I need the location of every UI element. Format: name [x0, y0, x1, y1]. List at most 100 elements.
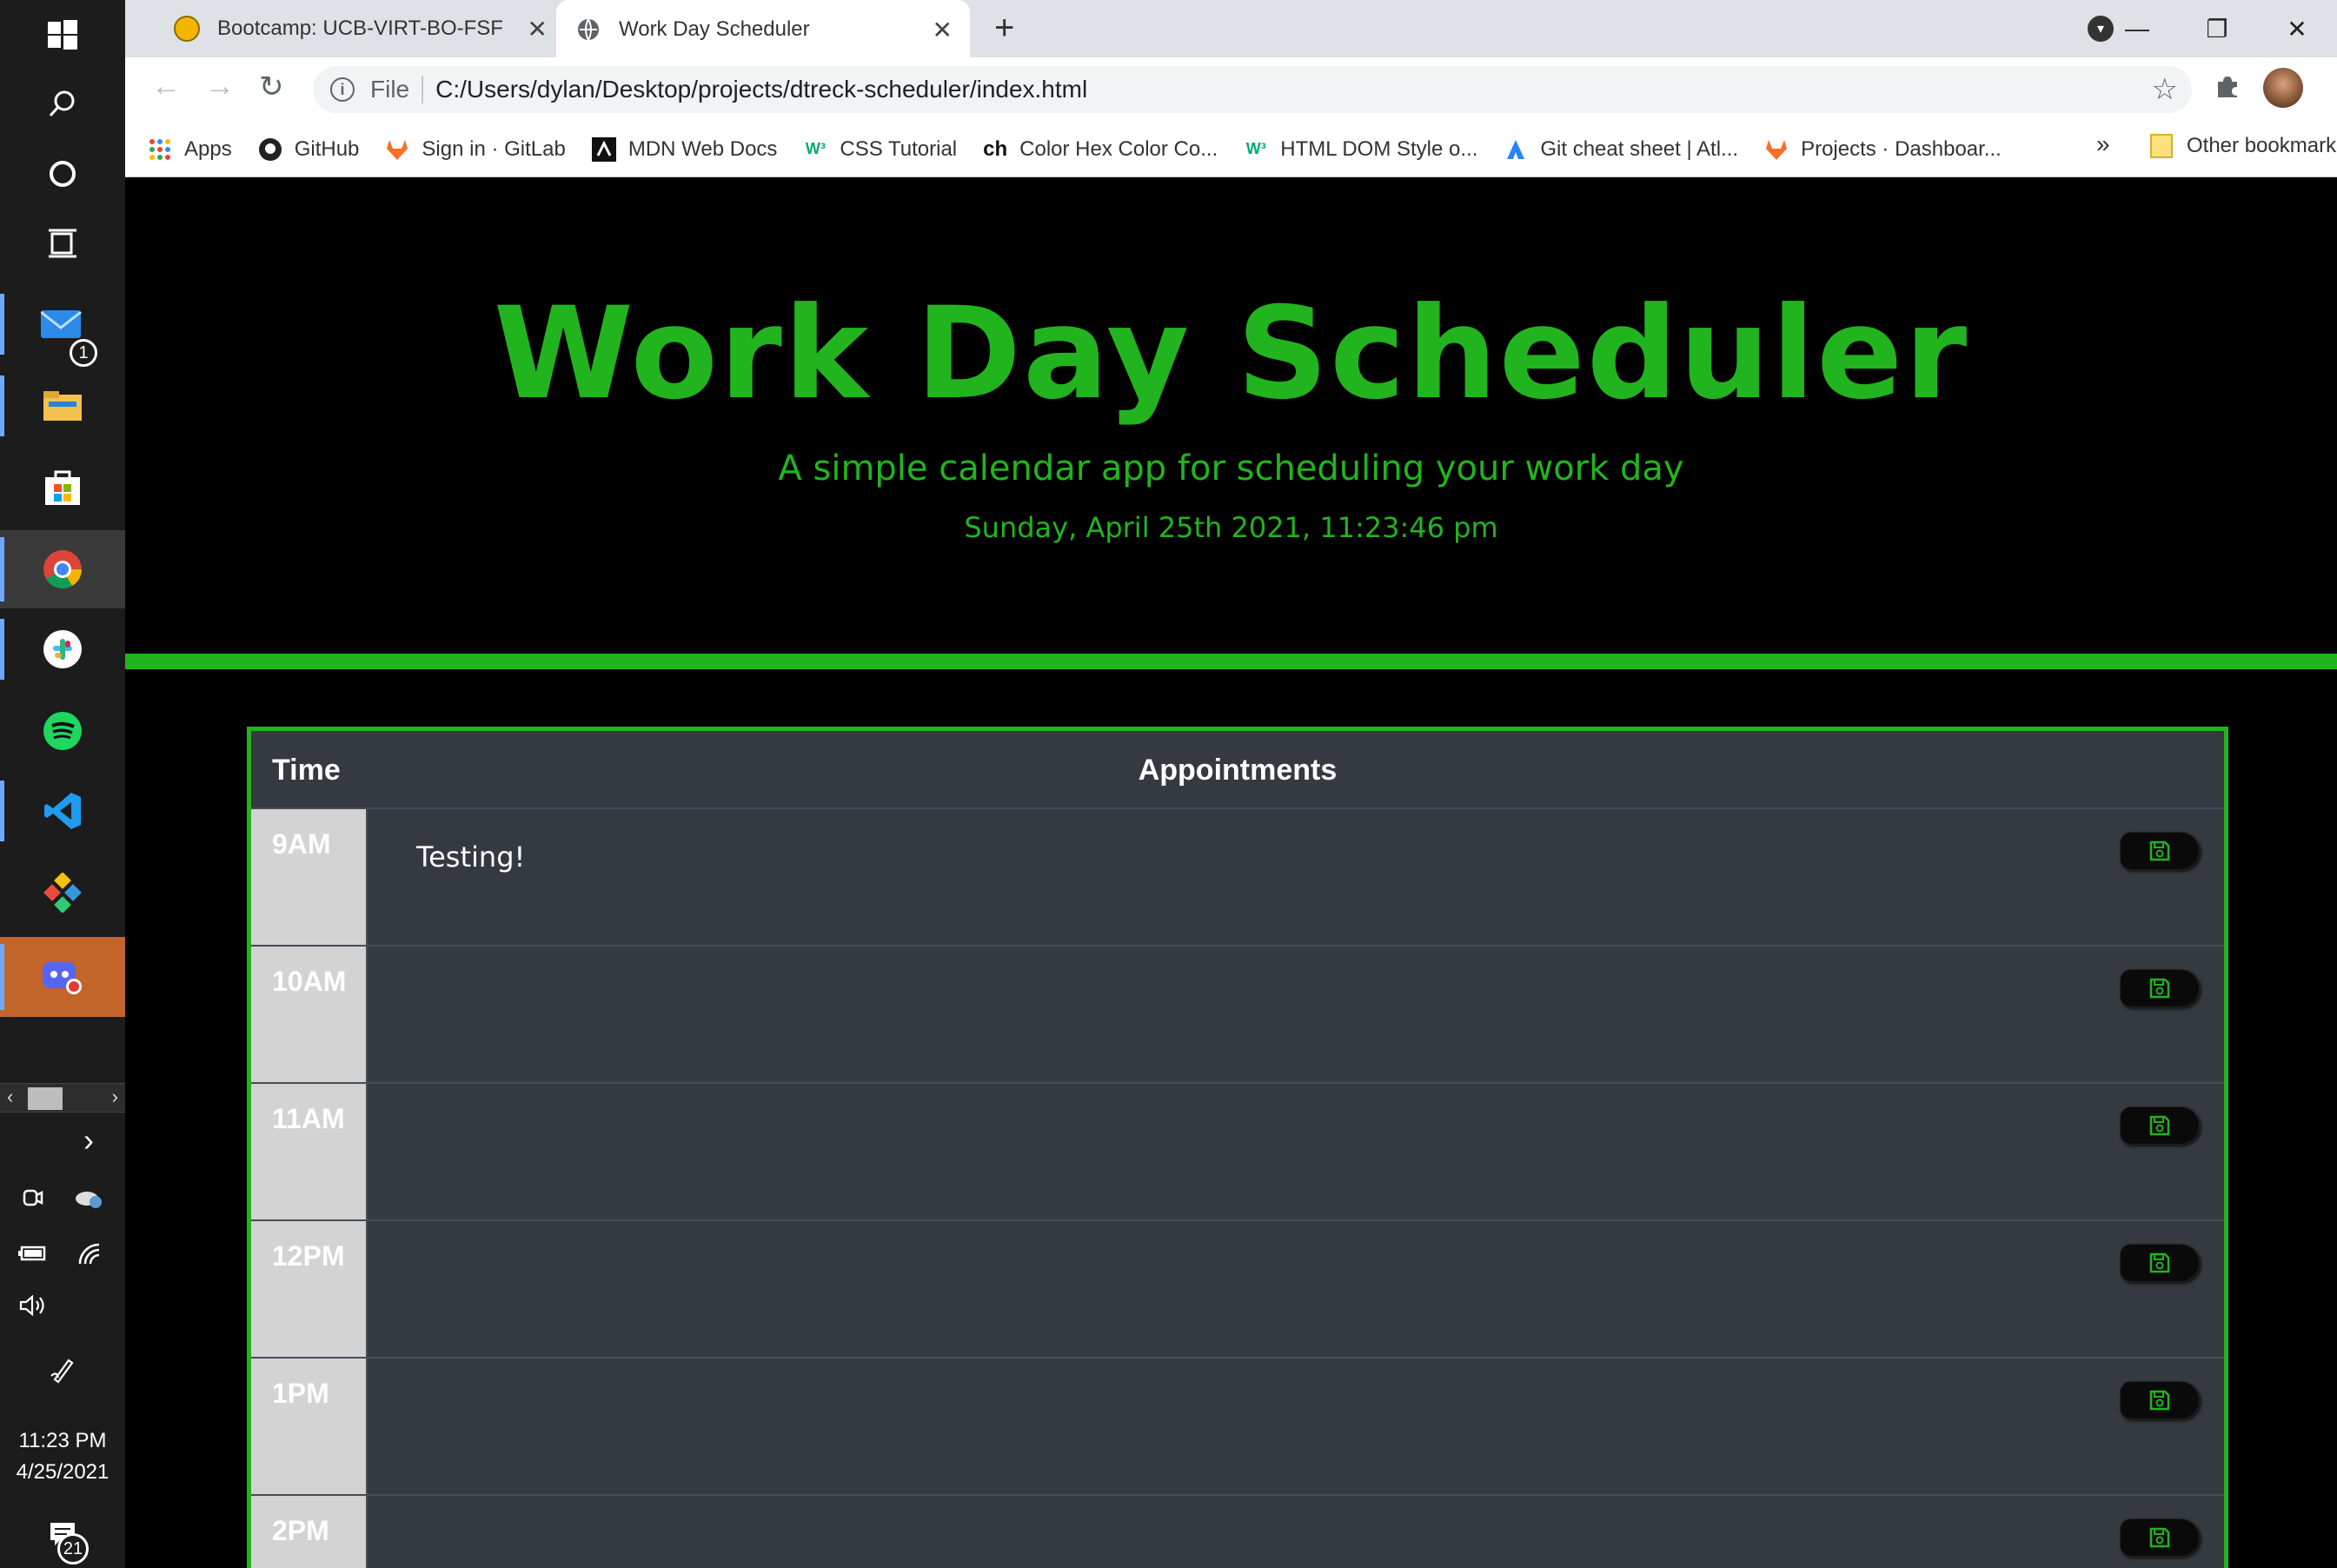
tab-close-icon[interactable]: ✕ [933, 16, 953, 44]
save-button[interactable] [2120, 832, 2200, 870]
close-window-icon[interactable]: ✕ [2257, 15, 2337, 43]
other-bookmarks[interactable]: Other bookmarks [2150, 134, 2337, 158]
taskbar-file-explorer[interactable] [0, 369, 125, 443]
bookmark-color-hex[interactable]: ch Color Hex Color Co... [983, 137, 1218, 162]
appointment-textarea[interactable] [369, 1221, 2108, 1357]
store-bag-icon [45, 470, 80, 505]
taskbar-spotify[interactable] [0, 694, 125, 768]
appointments-column-header: Appointments [1138, 754, 1338, 787]
forward-arrow-icon[interactable]: → [205, 70, 235, 103]
time-block-row: 11AM [251, 1084, 2224, 1221]
taskbar-clock[interactable]: 11:23 PM 4/25/2021 [0, 1425, 125, 1488]
start-button[interactable] [0, 9, 125, 61]
bookmark-label: GitHub [294, 136, 360, 161]
appointment-textarea[interactable] [369, 1084, 2108, 1219]
appointment-textarea[interactable] [369, 947, 2108, 1082]
wifi-icon[interactable] [73, 1238, 104, 1269]
floppy-disk-icon [2149, 1390, 2170, 1411]
bookmark-apps[interactable]: Apps [148, 137, 232, 162]
bookmark-label: Projects · Dashboar... [1801, 136, 2002, 161]
pen-workspace-icon[interactable] [45, 1352, 80, 1387]
mail-icon [41, 310, 82, 338]
bookmark-label: HTML DOM Style o... [1280, 136, 1478, 161]
taskbar-recorder[interactable] [0, 937, 125, 1017]
taskbar-git-app[interactable] [0, 855, 125, 930]
appointment-textarea[interactable] [369, 1496, 2108, 1568]
floppy-disk-icon [2149, 1252, 2170, 1273]
github-icon [258, 137, 282, 162]
scroll-left-icon[interactable]: ‹ [7, 1086, 13, 1108]
onedrive-sync-icon[interactable] [71, 1182, 106, 1213]
restore-icon[interactable]: ❐ [2177, 15, 2257, 43]
reload-icon[interactable]: ↻ [259, 70, 284, 104]
taskbar-chrome[interactable] [0, 530, 125, 608]
battery-icon[interactable] [16, 1238, 50, 1269]
hour-label: 10AM [251, 947, 368, 1082]
bookmark-html-dom-style[interactable]: W³ HTML DOM Style o... [1244, 136, 1478, 162]
bookmark-label: MDN Web Docs [627, 136, 778, 161]
hour-label: 2PM [251, 1496, 368, 1568]
window-controls: — ❐ ✕ [2097, 0, 2337, 57]
scroll-right-icon[interactable]: › [112, 1086, 118, 1108]
save-button[interactable] [2120, 1518, 2200, 1557]
task-view-button[interactable] [0, 217, 125, 269]
address-url[interactable]: C:/Users/dylan/Desktop/projects/dtreck-s… [435, 76, 1087, 103]
tab-close-icon[interactable]: ✕ [528, 15, 548, 43]
jumbotron-header: Work Day Scheduler A simple calendar app… [125, 177, 2337, 654]
minimize-icon[interactable]: — [2097, 15, 2177, 43]
save-button[interactable] [2120, 1381, 2200, 1419]
globe-icon [575, 17, 601, 43]
chrome-icon [43, 550, 82, 588]
volume-icon[interactable] [16, 1290, 50, 1321]
hour-label: 9AM [251, 809, 368, 945]
folder-icon [2150, 134, 2173, 158]
bookmarks-overflow-chevron-icon[interactable]: » [2096, 130, 2110, 158]
bookmark-gitlab-signin[interactable]: Sign in · GitLab [385, 137, 566, 162]
bookmark-label: Git cheat sheet | Atl... [1540, 136, 1739, 161]
back-arrow-icon[interactable]: ← [151, 70, 181, 103]
bookmark-gitlab-projects[interactable]: Projects · Dashboar... [1764, 137, 2002, 162]
profile-avatar[interactable] [2263, 68, 2303, 108]
slack-icon [43, 630, 82, 668]
gitlab-icon [385, 137, 409, 162]
scroll-thumb[interactable] [28, 1087, 63, 1110]
bookmark-git-cheat-sheet[interactable]: Git cheat sheet | Atl... [1504, 137, 1738, 162]
tab-work-day-scheduler[interactable]: Work Day Scheduler ✕ [556, 0, 970, 59]
extensions-puzzle-icon[interactable] [2214, 73, 2241, 106]
search-button[interactable] [0, 78, 125, 130]
address-scheme: File [370, 76, 410, 103]
bookmark-star-icon[interactable]: ☆ [2152, 72, 2178, 107]
address-bar[interactable]: i File C:/Users/dylan/Desktop/projects/d… [313, 66, 2192, 113]
save-button[interactable] [2120, 1106, 2200, 1145]
taskbar-store[interactable] [0, 450, 125, 525]
bookmarks-bar: Apps GitHub Sign in · GitLab MDN Web Doc… [125, 122, 2337, 177]
taskbar-scrollbar[interactable]: ‹ › [0, 1083, 125, 1113]
appointment-textarea[interactable] [369, 1359, 2108, 1494]
bookmark-github[interactable]: GitHub [258, 136, 360, 162]
taskbar-vscode[interactable] [0, 774, 125, 848]
spotify-icon [43, 712, 82, 750]
cortana-button[interactable] [0, 148, 125, 200]
recorder-icon [43, 962, 82, 994]
bookmark-mdn[interactable]: MDN Web Docs [591, 136, 778, 162]
chrome-window: Bootcamp: UCB-VIRT-BO-FSF-PT ✕ Work Day … [125, 0, 2337, 1568]
save-button[interactable] [2120, 1244, 2200, 1282]
hour-label: 1PM [251, 1359, 368, 1494]
site-info-icon[interactable]: i [330, 77, 355, 102]
cortana-circle-icon [50, 161, 76, 187]
clock-date: 4/25/2021 [16, 1460, 110, 1484]
w3schools-icon: W³ [1245, 140, 1266, 157]
save-button[interactable] [2120, 969, 2200, 1007]
hour-label: 12PM [251, 1221, 368, 1357]
bookmark-label: CSS Tutorial [840, 136, 958, 161]
time-block-row: 12PM [251, 1221, 2224, 1359]
appointment-textarea[interactable] [369, 809, 2108, 945]
taskbar-mail[interactable]: 1 [0, 287, 125, 367]
bookmark-css-tutorial[interactable]: W³ CSS Tutorial [803, 137, 957, 162]
browser-toolbar: ← → ↻ i File C:/Users/dylan/Desktop/proj… [125, 57, 2337, 122]
tray-overflow-chevron-icon[interactable]: › [73, 1122, 104, 1158]
colorhex-ch-icon: ch [983, 136, 1008, 161]
new-tab-plus-icon[interactable]: + [994, 9, 1014, 48]
taskbar-slack[interactable] [0, 612, 125, 687]
meet-now-icon[interactable] [17, 1182, 49, 1213]
